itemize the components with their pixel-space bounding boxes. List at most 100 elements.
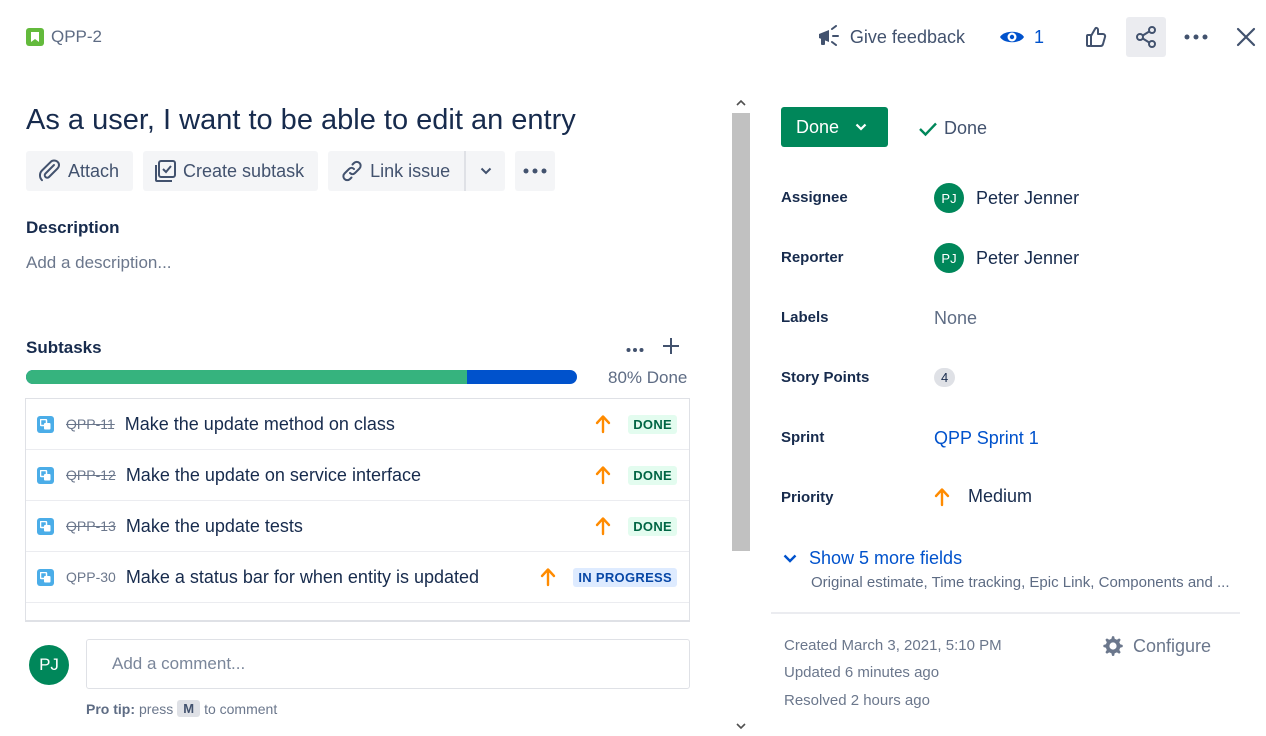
status-lozenge[interactable]: DONE bbox=[628, 414, 677, 434]
priority-medium-icon bbox=[934, 487, 950, 506]
eye-icon bbox=[999, 31, 1024, 43]
assignee-label: Assignee bbox=[781, 189, 848, 206]
resolution-label: Done bbox=[944, 118, 988, 138]
show-more-label: Show 5 more fields bbox=[809, 548, 963, 568]
share-icon bbox=[1136, 26, 1156, 48]
subtask-type-icon bbox=[37, 415, 54, 433]
updated-date: Updated 6 minutes ago bbox=[784, 664, 940, 681]
created-date: Created March 3, 2021, 5:10 PM bbox=[784, 637, 1002, 654]
give-feedback-button[interactable]: Give feedback bbox=[816, 25, 965, 49]
subtask-row[interactable]: QPP-11 Make the update method on class D… bbox=[26, 399, 689, 450]
chevron-down-icon bbox=[783, 554, 797, 563]
link-issue-dropdown[interactable] bbox=[464, 151, 506, 191]
priority-field[interactable]: Medium bbox=[934, 486, 1032, 507]
reporter-field[interactable]: PJ Peter Jenner bbox=[934, 243, 1079, 273]
progress-label: 80% Done bbox=[608, 368, 688, 387]
subtask-summary[interactable]: Make the update method on class bbox=[125, 414, 592, 435]
hidden-fields-summary: Original estimate, Time tracking, Epic L… bbox=[811, 574, 1230, 591]
labels-field[interactable]: None bbox=[934, 308, 977, 329]
status-transition-button[interactable]: Done bbox=[781, 107, 888, 147]
priority-label: Priority bbox=[781, 489, 834, 506]
priority-medium-icon bbox=[592, 465, 614, 485]
more-actions-button[interactable] bbox=[1176, 17, 1216, 57]
subtasks-actions bbox=[626, 337, 680, 360]
description-editor[interactable]: Add a description... bbox=[26, 253, 172, 273]
chevron-down-icon bbox=[480, 167, 491, 175]
attach-label: Attach bbox=[68, 160, 120, 181]
status-lozenge[interactable]: IN PROGRESS bbox=[573, 567, 677, 587]
gear-icon bbox=[1103, 636, 1123, 656]
subtasks-more-button[interactable] bbox=[626, 340, 644, 358]
link-issue-label: Link issue bbox=[370, 160, 451, 181]
avatar: PJ bbox=[934, 243, 964, 273]
paperclip-icon bbox=[38, 159, 60, 182]
resolution-indicator: Done bbox=[918, 118, 987, 139]
story-icon bbox=[26, 28, 44, 46]
close-button[interactable] bbox=[1226, 17, 1266, 57]
top-actions: Give feedback 1 bbox=[816, 17, 1266, 57]
scrollbar-track[interactable] bbox=[731, 113, 750, 715]
story-points-label: Story Points bbox=[781, 369, 870, 386]
issue-title[interactable]: As a user, I want to be able to edit an … bbox=[26, 104, 576, 137]
assignee-field[interactable]: PJ Peter Jenner bbox=[934, 183, 1079, 213]
subtask-key[interactable]: QPP-13 bbox=[66, 518, 116, 534]
comment-input[interactable]: Add a comment... bbox=[86, 639, 690, 689]
toolbar-more-button[interactable] bbox=[515, 151, 556, 191]
avatar: PJ bbox=[934, 183, 964, 213]
status-label: Done bbox=[796, 116, 840, 137]
subtask-type-icon bbox=[37, 568, 54, 586]
issue-key[interactable]: QPP-2 bbox=[51, 27, 102, 47]
link-issue-button[interactable]: Link issue bbox=[328, 151, 465, 191]
subtask-icon bbox=[155, 160, 177, 182]
priority-medium-icon bbox=[592, 516, 614, 536]
share-button[interactable] bbox=[1126, 17, 1166, 57]
chevron-down-icon bbox=[855, 123, 867, 131]
configure-button[interactable]: Configure bbox=[1101, 634, 1211, 658]
status-lozenge[interactable]: DONE bbox=[628, 516, 677, 536]
subtask-key[interactable]: QPP-30 bbox=[66, 569, 116, 585]
add-subtask-button[interactable] bbox=[662, 337, 680, 360]
issue-breadcrumb[interactable]: QPP-2 bbox=[26, 27, 102, 47]
subtask-key[interactable]: QPP-12 bbox=[66, 467, 116, 483]
subtask-type-icon bbox=[37, 466, 54, 484]
subtask-key[interactable]: QPP-11 bbox=[66, 416, 115, 432]
create-subtask-label: Create subtask bbox=[183, 160, 305, 181]
pro-tip-suffix: to comment bbox=[204, 700, 278, 717]
priority-medium-icon bbox=[537, 567, 559, 587]
avatar: PJ bbox=[29, 645, 69, 685]
pro-tip-label: Pro tip: bbox=[86, 700, 135, 717]
subtask-type-icon bbox=[37, 517, 54, 535]
scrollbar-thumb[interactable] bbox=[732, 113, 750, 551]
more-icon bbox=[1184, 34, 1208, 40]
attach-button[interactable]: Attach bbox=[26, 151, 134, 191]
watch-button[interactable]: 1 bbox=[999, 27, 1044, 48]
status-lozenge[interactable]: DONE bbox=[628, 465, 677, 485]
subtask-row[interactable]: QPP-12 Make the update on service interf… bbox=[26, 450, 689, 501]
create-subtask-button[interactable]: Create subtask bbox=[143, 151, 319, 191]
subtask-summary[interactable]: Make the update on service interface bbox=[126, 465, 592, 486]
link-icon bbox=[342, 160, 362, 182]
progress-done-segment bbox=[26, 370, 467, 384]
configure-label: Configure bbox=[1133, 635, 1212, 656]
subtask-summary[interactable]: Make the update tests bbox=[126, 516, 592, 537]
left-panel-scrollbar[interactable] bbox=[731, 93, 750, 736]
subtask-summary[interactable]: Make a status bar for when entity is upd… bbox=[126, 567, 538, 588]
subtask-row[interactable]: QPP-13 Make the update tests DONE bbox=[26, 501, 689, 552]
show-more-fields-button[interactable]: Show 5 more fields bbox=[783, 548, 962, 569]
sprint-label: Sprint bbox=[781, 429, 825, 446]
priority-medium-icon bbox=[592, 414, 614, 434]
story-points-field[interactable]: 4 bbox=[934, 368, 956, 387]
assignee-name: Peter Jenner bbox=[976, 187, 1080, 208]
description-heading: Description bbox=[26, 218, 120, 237]
scroll-down-arrow[interactable] bbox=[731, 716, 750, 736]
megaphone-icon bbox=[818, 25, 839, 46]
like-button[interactable] bbox=[1076, 17, 1116, 57]
scroll-up-arrow[interactable] bbox=[731, 93, 750, 113]
priority-value: Medium bbox=[968, 486, 1033, 506]
sprint-link[interactable]: QPP Sprint 1 bbox=[934, 428, 1039, 449]
subtask-row[interactable]: QPP-30 Make a status bar for when entity… bbox=[26, 552, 689, 603]
subtasks-progress-bar bbox=[26, 370, 577, 384]
resolved-date: Resolved 2 hours ago bbox=[784, 692, 930, 709]
thumbs-up-icon bbox=[1086, 26, 1107, 47]
close-icon bbox=[1236, 27, 1256, 47]
